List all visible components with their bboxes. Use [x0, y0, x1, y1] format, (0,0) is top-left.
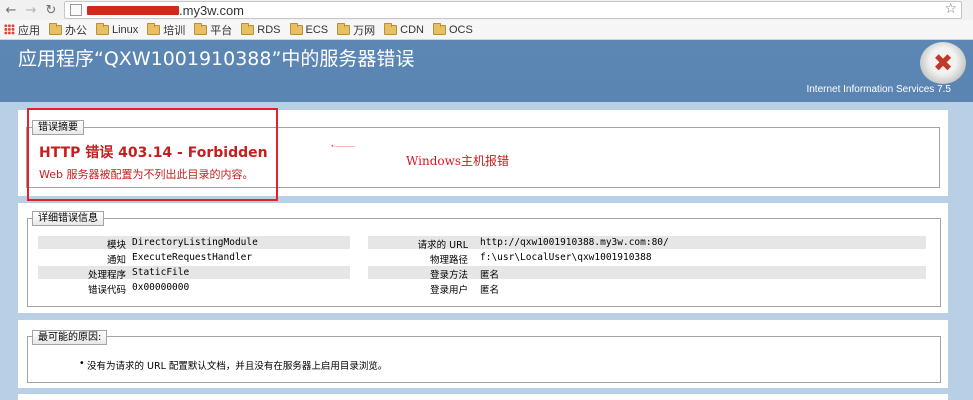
- folder-icon: [433, 22, 446, 35]
- url-input[interactable]: .my3w.com ☆: [64, 1, 962, 19]
- apps-grid-icon: [4, 24, 15, 35]
- details-legend: 详细错误信息: [32, 211, 104, 226]
- iis-logo-icon: ✖: [920, 42, 966, 84]
- next-panel-edge: [18, 394, 948, 400]
- star-icon[interactable]: ☆: [944, 1, 957, 17]
- url-text: .my3w.com: [179, 2, 245, 18]
- folder-icon: [289, 22, 303, 35]
- causes-legend: 最可能的原因:: [32, 330, 108, 345]
- folder-icon: [337, 22, 351, 35]
- highlight-box: [27, 108, 278, 201]
- bookmark-label: 应用: [18, 24, 40, 37]
- page-title: 应用程序“QXW1001910388”中的服务器错误: [18, 48, 415, 70]
- bookmark-label: 万网: [353, 24, 376, 37]
- detail-value-notification: ExecuteRequestHandler: [132, 252, 253, 263]
- bookmark-apps[interactable]: 应用: [0, 22, 40, 38]
- bookmark-folder-office[interactable]: 办公: [49, 22, 87, 38]
- bookmark-folder-ocs[interactable]: OCS: [433, 22, 473, 38]
- detail-value-physical-path: f:\usr\LocalUser\qxw1001910388: [480, 252, 652, 263]
- back-arrow-icon[interactable]: ←: [2, 1, 20, 19]
- detail-label-logon-user: 登录用户: [429, 285, 468, 296]
- detail-value-module: DirectoryListingModule: [132, 237, 258, 248]
- folder-icon: [194, 22, 208, 35]
- bookmarks-bar: 应用 办公 Linux 培训 平台 RDS ECS 万网 CDN OCS: [0, 20, 973, 40]
- iis-logo-mark: ✖: [932, 49, 954, 77]
- bookmark-label: 平台: [210, 24, 233, 37]
- detail-label-module: 模块: [106, 240, 126, 251]
- folder-icon: [241, 22, 255, 35]
- bookmark-label: 办公: [65, 24, 87, 37]
- bookmark-folder-training[interactable]: 培训: [147, 22, 185, 38]
- detail-value-logon-method: 匿名: [480, 270, 500, 281]
- detail-row-bg: [38, 266, 350, 279]
- detail-value-error-code: 0x00000000: [132, 282, 190, 293]
- bookmark-folder-ecs[interactable]: ECS: [289, 22, 329, 38]
- detail-label-logon-method: 登录方法: [429, 270, 468, 281]
- annotation-arrow-icon: [331, 145, 356, 147]
- iis-version: Internet Information Services 7.5: [806, 84, 951, 95]
- bookmark-label: Linux: [112, 23, 139, 36]
- refresh-icon[interactable]: ↻: [42, 1, 60, 19]
- bookmark-label: CDN: [400, 23, 424, 36]
- detail-value-request-url: http://qxw1001910388.my3w.com:80/: [480, 237, 669, 248]
- bookmark-folder-platform[interactable]: 平台: [194, 22, 232, 38]
- bookmark-label: ECS: [305, 23, 329, 36]
- bookmark-folder-rds[interactable]: RDS: [241, 22, 281, 38]
- folder-icon: [147, 22, 161, 35]
- bookmark-folder-cdn[interactable]: CDN: [384, 22, 424, 38]
- annotation-label: Windows主机报错: [406, 154, 510, 168]
- bookmark-label: RDS: [257, 23, 281, 36]
- folder-icon: [96, 22, 109, 35]
- url-redacted-part: [87, 5, 179, 15]
- page-icon: [70, 4, 82, 16]
- folder-icon: [49, 22, 62, 35]
- detail-value-logon-user: 匿名: [480, 285, 500, 296]
- bookmark-folder-linux[interactable]: Linux: [96, 22, 138, 38]
- bookmark-label: OCS: [449, 23, 473, 36]
- bookmark-label: 培训: [163, 24, 186, 37]
- folder-icon: [384, 22, 398, 35]
- detail-label-error-code: 错误代码: [87, 285, 126, 296]
- forward-arrow-icon[interactable]: →: [22, 1, 40, 19]
- detail-label-request-url: 请求的 URL: [417, 240, 468, 251]
- address-bar-area: ← → ↻ .my3w.com ☆: [0, 0, 973, 20]
- detail-label-physical-path: 物理路径: [429, 255, 468, 266]
- cause-list-item: 没有为请求的 URL 配置默认文档，并且没有在服务器上启用目录浏览。: [79, 358, 387, 372]
- detail-value-handler: StaticFile: [132, 267, 190, 278]
- bookmark-folder-wanwang[interactable]: 万网: [337, 22, 375, 38]
- detail-label-notification: 通知: [106, 255, 126, 266]
- detail-label-handler: 处理程序: [87, 270, 126, 281]
